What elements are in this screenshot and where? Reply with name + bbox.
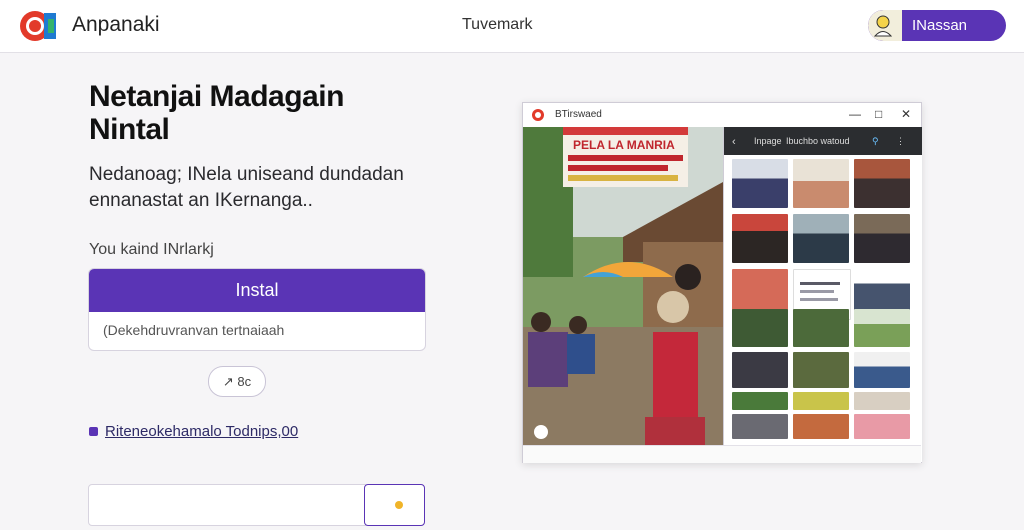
share-button[interactable]: ↗ 8c (208, 366, 266, 397)
gallery-thumbnail[interactable] (732, 214, 788, 263)
gallery-thumbnail[interactable] (854, 159, 910, 208)
gallery-thumbnail[interactable] (793, 159, 849, 208)
gallery-thumbnail[interactable] (793, 414, 849, 439)
sparkle-icon (395, 501, 403, 509)
more-icon[interactable]: ⋮ (896, 136, 905, 147)
gallery-thumbnail[interactable] (732, 159, 788, 208)
bottom-input[interactable] (88, 484, 366, 526)
bullet-icon (89, 427, 98, 436)
gallery-thumbnail[interactable] (854, 352, 910, 388)
gallery-thumbnail[interactable] (854, 414, 910, 439)
footnote-link[interactable]: Riteneokehamalo Todnips,00 (105, 423, 298, 440)
preview-titlebar: BTirswaed — □ ✕ (523, 103, 921, 128)
gallery-thumbnail[interactable] (854, 392, 910, 410)
banner-text: PELA LA MANRIA (573, 138, 675, 152)
close-icon[interactable]: ✕ (901, 107, 911, 121)
gallery-thumbnail[interactable] (854, 214, 910, 263)
back-icon[interactable]: ‹ (732, 136, 736, 148)
footnote: Riteneokehamalo Todnips,00 (89, 423, 298, 440)
preview-window-title: BTirswaed (555, 109, 602, 120)
section-label: You kaind INrlarkj (89, 241, 214, 258)
install-card: Instal (Dekehdruvranvan tertnaiaah (88, 268, 426, 351)
gallery-thumbnail[interactable] (732, 414, 788, 439)
bottom-action-button[interactable] (364, 484, 425, 526)
maximize-icon[interactable]: □ (875, 107, 882, 121)
user-button[interactable]: INassan (868, 10, 1006, 41)
app-title: Anpanaki (72, 13, 160, 36)
gallery-panel: ‹ Inpage Ibuchbo watoud ⚲ ⋮ (723, 127, 922, 462)
gallery-thumbnail[interactable] (854, 309, 910, 347)
gallery-subtitle: Ibuchbo watoud (786, 136, 850, 146)
gallery-thumbnail[interactable] (732, 309, 788, 347)
minimize-icon[interactable]: — (849, 107, 861, 121)
avatar (868, 10, 902, 41)
app-logo-icon[interactable] (18, 9, 58, 43)
preview-window: BTirswaed — □ ✕ PELA LA MANRIA ‹ Inpage … (522, 102, 922, 463)
gallery-thumbnail[interactable] (793, 352, 849, 388)
search-icon[interactable]: ⚲ (872, 136, 879, 147)
user-avatar-icon (873, 15, 893, 37)
page-title: Netanjai Madagain Nintal (89, 80, 344, 146)
user-name: INassan (912, 17, 968, 34)
top-bar: Anpanaki Tuvemark INassan (0, 0, 1024, 53)
gallery-toolbar: ‹ Inpage Ibuchbo watoud ⚲ ⋮ (724, 127, 922, 155)
nav-link[interactable]: Tuvemark (462, 16, 533, 34)
preview-statusbar (523, 445, 921, 463)
gallery-thumbnail[interactable] (732, 352, 788, 388)
market-photo: PELA LA MANRIA (523, 127, 723, 445)
install-button[interactable]: Instal (89, 269, 425, 312)
gallery-thumbnail[interactable] (793, 392, 849, 410)
gallery-thumbnail[interactable] (793, 309, 849, 347)
install-input[interactable]: (Dekehdruvranvan tertnaiaah (103, 322, 284, 338)
gallery-thumbnail[interactable] (793, 214, 849, 263)
gallery-thumbnail[interactable] (732, 392, 788, 410)
window-logo-icon (532, 109, 544, 121)
page-subtitle: Nedanoag; INela uniseand dundadan ennana… (89, 164, 404, 211)
gallery-title: Inpage (754, 136, 782, 146)
